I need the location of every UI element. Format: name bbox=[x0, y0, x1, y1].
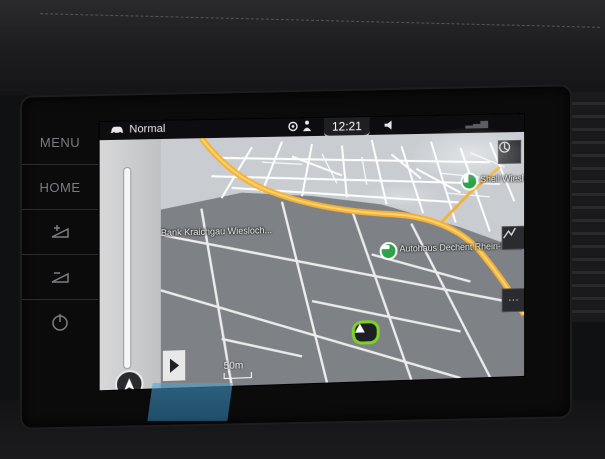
signal-icon: ▂▃▅ bbox=[465, 118, 488, 129]
compass-button[interactable] bbox=[115, 370, 144, 391]
hardware-button-column: MENU HOME bbox=[22, 120, 98, 344]
map-drawing bbox=[161, 132, 524, 388]
map-scale-label: 50m bbox=[224, 360, 252, 372]
dashboard-stitching bbox=[40, 13, 600, 30]
infotainment-screen: Normal 12:21 ▂▃▅ Bank Kraichgau Wiesloch… bbox=[100, 114, 524, 390]
drive-mode-label: Normal bbox=[129, 123, 165, 136]
traffic-button[interactable] bbox=[498, 140, 521, 164]
status-icons bbox=[288, 120, 312, 131]
speaker-icon[interactable] bbox=[384, 119, 396, 130]
compass-icon bbox=[123, 378, 135, 390]
screen-reflection bbox=[147, 383, 232, 421]
home-button[interactable]: HOME bbox=[22, 165, 98, 210]
car-icon bbox=[110, 125, 124, 134]
power-icon bbox=[50, 312, 70, 332]
route-icon bbox=[503, 227, 517, 239]
navigation-map[interactable]: Bank Kraichgau Wiesloch... Autohaus Dech… bbox=[161, 132, 524, 388]
map-label-poi-top[interactable]: Shell Wiesl bbox=[480, 173, 523, 184]
menu-button-label: MENU bbox=[40, 135, 80, 150]
traffic-icon bbox=[499, 141, 511, 153]
home-button-label: HOME bbox=[40, 180, 81, 195]
location-icon bbox=[288, 121, 298, 131]
brightness-down-icon bbox=[49, 270, 71, 284]
power-button[interactable] bbox=[22, 300, 98, 344]
dashboard-top bbox=[0, 0, 605, 95]
menu-button[interactable]: MENU bbox=[22, 120, 98, 165]
zoom-rail bbox=[100, 139, 161, 390]
map-scale: 50m bbox=[224, 360, 252, 379]
play-arrow-icon bbox=[169, 358, 179, 372]
brightness-up-icon bbox=[49, 225, 71, 239]
pan-right-button[interactable] bbox=[163, 350, 185, 381]
car-poi-icon bbox=[382, 244, 390, 250]
more-button[interactable]: ··· bbox=[502, 288, 524, 312]
brightness-up-button[interactable] bbox=[22, 210, 98, 255]
person-icon bbox=[302, 120, 312, 131]
brightness-down-button[interactable] bbox=[22, 255, 98, 300]
more-icon: ··· bbox=[508, 294, 519, 306]
current-position-marker bbox=[352, 320, 380, 345]
route-button[interactable] bbox=[502, 226, 524, 250]
zoom-slider[interactable] bbox=[124, 168, 130, 368]
drive-mode[interactable]: Normal bbox=[110, 123, 166, 136]
fuel-poi-icon bbox=[463, 175, 471, 183]
navigation-arrow-icon bbox=[355, 323, 365, 332]
map-scale-bar bbox=[224, 372, 252, 379]
